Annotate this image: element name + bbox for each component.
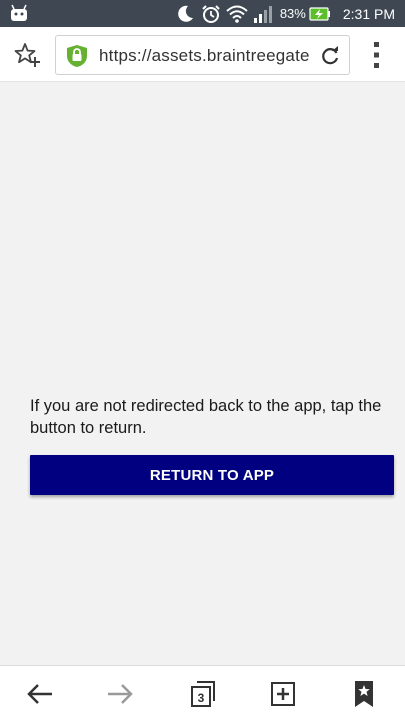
tab-count: 3 [198, 691, 205, 705]
lock-icon[interactable] [66, 44, 88, 68]
tabs-button[interactable]: 3 [188, 679, 218, 709]
bookmarks-icon [355, 681, 373, 707]
new-tab-button[interactable] [268, 679, 298, 709]
page-content: If you are not redirected back to the ap… [0, 82, 405, 665]
redirect-message: If you are not redirected back to the ap… [30, 397, 382, 437]
url-text[interactable]: https://assets.braintreegateway.com [99, 46, 309, 66]
url-bar[interactable]: https://assets.braintreegateway.com [55, 35, 350, 75]
forward-arrow-icon [108, 684, 133, 704]
bookmark-star-icon[interactable] [14, 42, 40, 68]
alarm-icon [200, 3, 222, 25]
signal-icon [252, 3, 274, 25]
android-icon [11, 4, 27, 21]
back-button[interactable] [25, 679, 55, 709]
tabs-icon: 3 [191, 681, 215, 707]
back-arrow-icon [27, 684, 52, 704]
more-menu-icon[interactable] [368, 40, 386, 70]
moon-icon [174, 3, 196, 25]
bookmarks-button[interactable] [349, 679, 379, 709]
battery-percent: 83% [279, 6, 306, 21]
new-tab-icon [271, 682, 295, 706]
bottom-nav-bar: 3 [0, 665, 405, 720]
return-to-app-button[interactable]: RETURN TO APP [30, 455, 394, 495]
browser-toolbar: https://assets.braintreegateway.com [0, 27, 405, 82]
clock: 2:31 PM [342, 5, 395, 22]
battery-charging-icon [309, 3, 331, 25]
wifi-icon [226, 3, 248, 25]
status-bar: 83% 2:31 PM [0, 0, 405, 27]
reload-icon[interactable] [319, 45, 341, 67]
forward-button[interactable] [105, 679, 135, 709]
